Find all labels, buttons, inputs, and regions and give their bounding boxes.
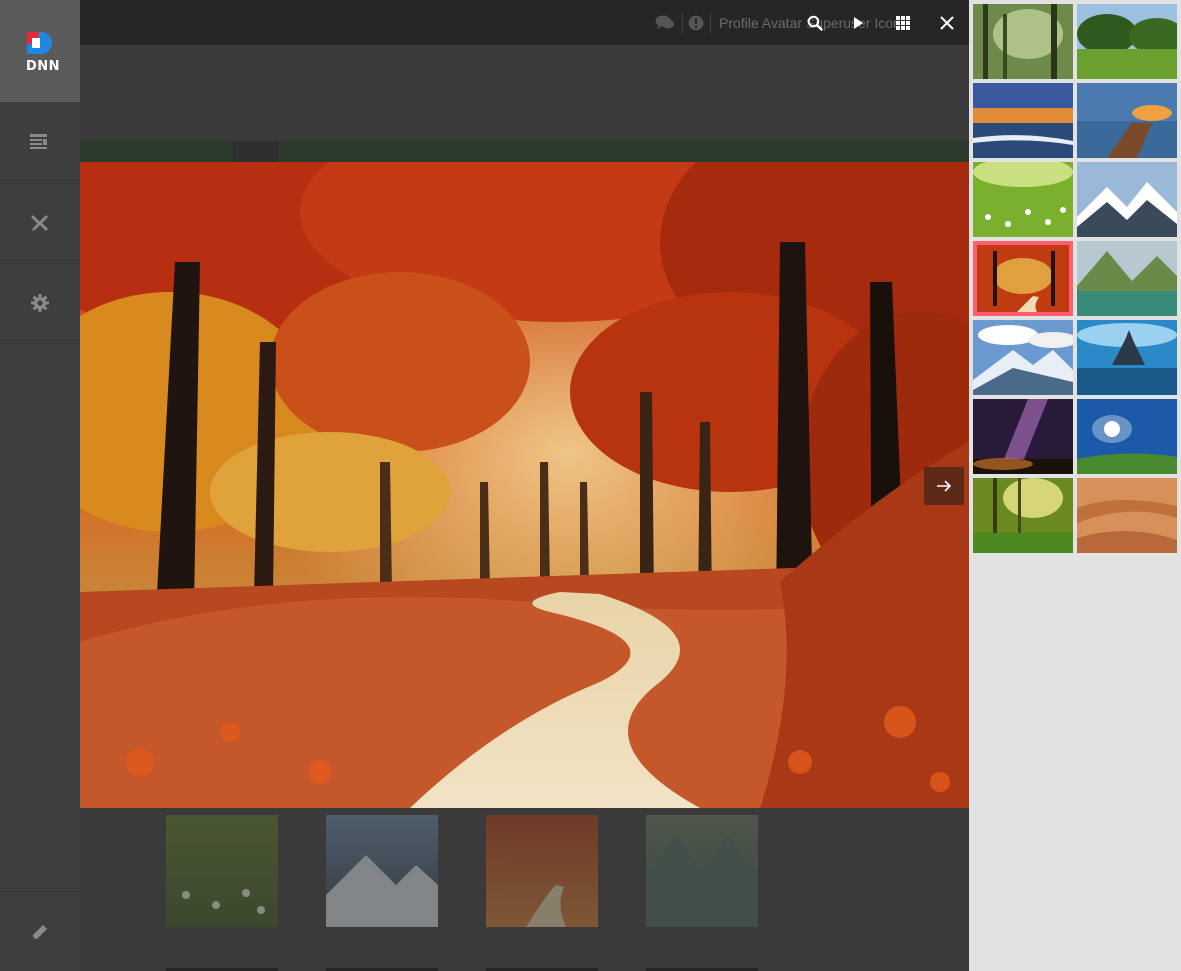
logo-text: DNN xyxy=(26,59,61,74)
mountain-clouds-image xyxy=(973,320,1073,395)
search-icon xyxy=(807,15,823,31)
thumbnail-sunlit-forest[interactable] xyxy=(973,478,1073,553)
next-image-button[interactable] xyxy=(924,467,964,505)
gallery-thumb[interactable] xyxy=(646,815,758,927)
mountains-thumb-image xyxy=(326,855,438,927)
autumn-forest-thumb-image xyxy=(973,241,1073,316)
park-meadow-image xyxy=(1077,4,1177,79)
thumbnail-lake-pier[interactable] xyxy=(1077,83,1177,158)
sun-over-hills-image xyxy=(1077,399,1177,474)
thumbnail-sun-over-hills[interactable] xyxy=(1077,399,1177,474)
info-button[interactable] xyxy=(685,12,707,34)
thumbnail-autumn-forest-active[interactable] xyxy=(973,241,1073,316)
milky-way-image xyxy=(973,399,1073,474)
thumbnails-toggle-button[interactable] xyxy=(892,12,914,34)
thumbnail-panel xyxy=(969,0,1181,971)
desert-dunes-image xyxy=(1077,478,1177,553)
thumbnail-mont-saint-michel[interactable] xyxy=(1077,320,1177,395)
app-root: DNN Profile Avatar Superuser Icon xyxy=(0,0,1181,971)
page-menu-tab xyxy=(233,141,278,163)
comments-icon xyxy=(655,15,674,29)
close-button[interactable] xyxy=(936,12,958,34)
sunlit-forest-image xyxy=(973,478,1073,553)
thumbnail-sunset-beach[interactable] xyxy=(973,83,1073,158)
thumbnail-misty-forest[interactable] xyxy=(973,4,1073,79)
thumbnail-park-meadow[interactable] xyxy=(1077,4,1177,79)
snowy-mountains-image xyxy=(1077,162,1177,237)
page-menu-band xyxy=(80,141,969,163)
zoom-button[interactable] xyxy=(804,12,826,34)
content-icon xyxy=(30,134,47,149)
slideshow-button[interactable] xyxy=(847,12,869,34)
thumbnail-mountain-lake[interactable] xyxy=(1077,241,1177,316)
gallery-thumb[interactable] xyxy=(326,815,438,927)
play-icon xyxy=(854,17,863,29)
pencil-icon xyxy=(33,925,47,939)
grid-icon xyxy=(896,16,910,30)
mont-saint-michel-image xyxy=(1077,320,1177,395)
tools-icon xyxy=(31,215,48,231)
mountain-lake-image xyxy=(1077,241,1177,316)
lightbox-main-image xyxy=(80,162,969,808)
thumbnail-snowy-mountains[interactable] xyxy=(1077,162,1177,237)
spring-flowers-image xyxy=(973,162,1073,237)
thumbnail-spring-flowers[interactable] xyxy=(973,162,1073,237)
autumn-forest-image xyxy=(80,162,969,808)
lake-thumb-image xyxy=(646,835,758,927)
thumbnail-milky-way[interactable] xyxy=(973,399,1073,474)
gear-icon xyxy=(31,294,49,312)
toolbar-divider xyxy=(710,12,711,34)
gallery-thumb[interactable] xyxy=(166,815,278,927)
sunset-beach-image xyxy=(973,83,1073,158)
comments-button[interactable] xyxy=(654,12,676,34)
dnn-logo-icon xyxy=(27,32,52,54)
gallery-thumb[interactable] xyxy=(486,815,598,927)
sidebar-item-settings[interactable] xyxy=(0,263,80,344)
toolbar-divider xyxy=(682,12,683,34)
close-icon xyxy=(940,16,954,30)
arrow-right-icon xyxy=(937,480,952,492)
sidebar-item-tools[interactable] xyxy=(0,183,80,264)
thumbnail-desert-dunes[interactable] xyxy=(1077,478,1177,553)
sidebar-item-content[interactable] xyxy=(0,103,80,184)
lake-pier-image xyxy=(1077,83,1177,158)
flowers-thumb-image xyxy=(182,889,265,914)
persona-bar: DNN xyxy=(0,0,80,971)
misty-forest-image xyxy=(973,4,1073,79)
dnn-logo[interactable]: DNN xyxy=(0,0,80,102)
edit-mode-button[interactable] xyxy=(0,891,80,971)
autumn-thumb-image xyxy=(526,885,566,927)
info-icon xyxy=(688,15,704,31)
thumbnail-mountain-clouds[interactable] xyxy=(973,320,1073,395)
